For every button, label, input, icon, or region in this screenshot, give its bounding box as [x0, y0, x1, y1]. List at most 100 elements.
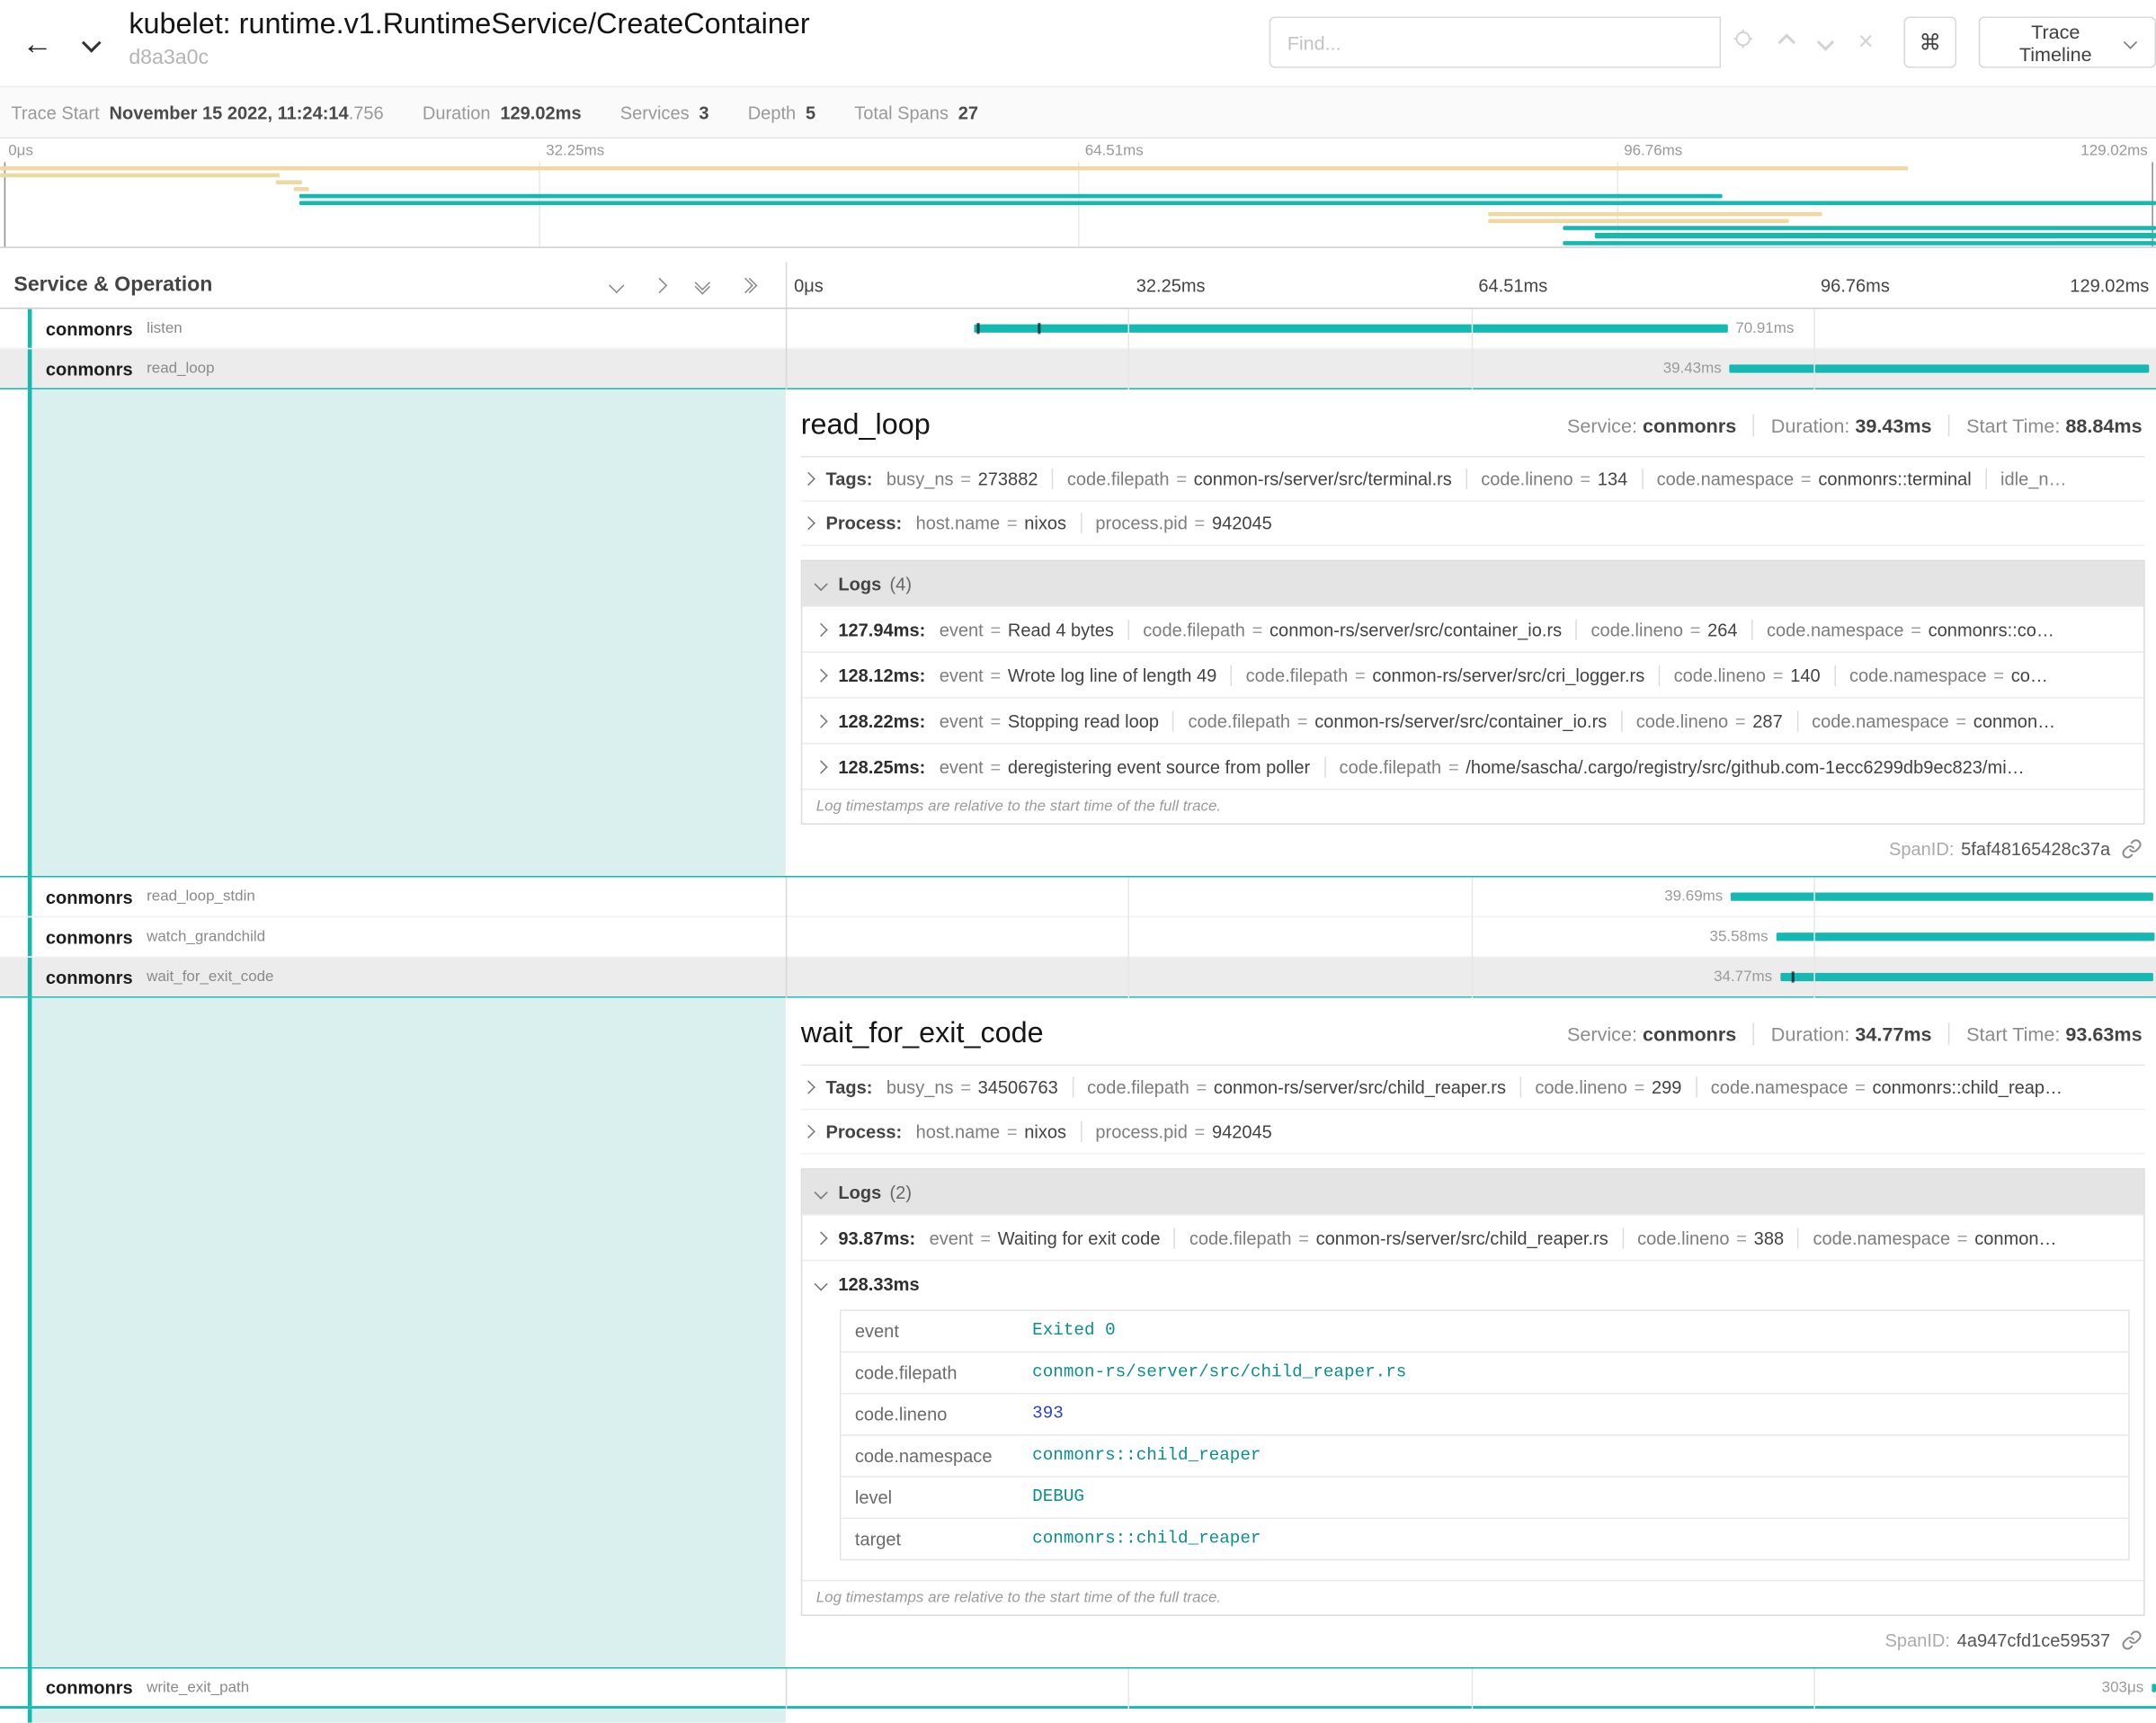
find-input[interactable] [1270, 16, 1721, 67]
collapse-trace-button[interactable] [85, 31, 98, 57]
logs-section: Logs (4) 127.94ms:event=Read 4 bytescode.f… [801, 560, 2145, 825]
key-value-pair: process.pid=942045 [1080, 1121, 1271, 1142]
logs-label: Logs [838, 573, 881, 594]
kv-value: co… [2011, 665, 2048, 685]
span-row-write_exit_path[interactable]: conmonrswrite_exit_path303μs [0, 1669, 2156, 1710]
log-entry-expanded: 128.33mseventExited 0code.filepathconmon… [802, 1260, 2143, 1560]
back-button[interactable]: ← [13, 21, 60, 67]
logs-header[interactable]: Logs(2) [802, 1170, 2143, 1214]
log-entry[interactable]: 128.12ms:event=Wrote log line of length … [802, 651, 2143, 697]
span-detail-wait_for_exit_code: wait_for_exit_codeService: conmonrsDurat… [0, 998, 2156, 1669]
span-bar-cell[interactable]: 70.91ms [786, 309, 2156, 348]
detail-start-time: Start Time: 88.84ms [1948, 415, 2143, 437]
tags-label: Tags: [826, 469, 873, 489]
span-name-cell[interactable]: conmonrswrite_exit_path [0, 1669, 786, 1707]
span-detail-left-column [28, 998, 786, 1667]
kv-key: busy_ns [886, 1076, 954, 1097]
span-row-wait_for_exit_code[interactable]: conmonrswait_for_exit_code34.77ms [0, 958, 2156, 998]
span-duration-bar[interactable] [1777, 933, 2155, 941]
span-duration-bar[interactable] [1780, 973, 2153, 981]
log-entry[interactable]: 128.25ms:event=deregistering event sourc… [802, 743, 2143, 789]
spanid-label: SpanID: [1889, 838, 1954, 859]
span-bar-cell[interactable]: 35.58ms [786, 917, 2156, 956]
log-entry-header[interactable]: 128.33ms [802, 1261, 2143, 1307]
kv-value: Waiting for exit code [998, 1228, 1161, 1248]
span-duration-label: 39.43ms [1663, 361, 1722, 377]
page-title: kubelet: runtime.v1.RuntimeService/Creat… [129, 7, 809, 43]
kv-key: event [940, 665, 984, 685]
timeline-ticks: 0μs 32.25ms 64.51ms 96.76ms 129.02ms [786, 262, 2156, 308]
process-row[interactable]: Process:host.name=nixosprocess.pid=94204… [801, 502, 2145, 546]
log-field-value: conmonrs::child_reaper [1019, 1436, 1275, 1477]
span-name-cell[interactable]: conmonrswatch_grandchild [0, 917, 786, 956]
span-bar-cell[interactable]: 39.69ms [786, 878, 2156, 916]
prev-result-icon[interactable] [1780, 30, 1793, 55]
process-row[interactable]: Process:host.name=nixosprocess.pid=94204… [801, 1110, 2145, 1154]
kv-value: 287 [1752, 710, 1782, 731]
span-duration-bar[interactable] [2152, 1683, 2156, 1692]
kv-key: code.lineno [1535, 1076, 1626, 1097]
log-field-row: code.filepathconmon-rs/server/src/child_… [841, 1352, 2128, 1393]
chevron-down-icon [82, 33, 102, 53]
next-result-icon[interactable] [1820, 30, 1832, 55]
span-duration-bar[interactable] [974, 325, 1727, 333]
minimap-canvas[interactable] [0, 162, 2156, 248]
kv-equals: = [960, 1076, 971, 1097]
link-icon[interactable] [2121, 838, 2142, 859]
kv-value: Stopping read loop [1008, 710, 1159, 731]
focus-span-icon[interactable] [1732, 28, 1754, 57]
span-bar-cell[interactable]: 39.43ms [786, 349, 2156, 388]
span-id-value: 4a947cfd1ce59537 [1957, 1629, 2110, 1650]
collapse-all-icon[interactable] [740, 280, 755, 290]
span-row-watch_grandchild[interactable]: conmonrswatch_grandchild35.58ms [0, 917, 2156, 958]
timeline-tick-label: 96.76ms [1821, 274, 1890, 295]
span-name-cell[interactable]: conmonrswait_for_exit_code [0, 958, 786, 996]
kv-key: code.lineno [1636, 710, 1728, 731]
trace-page: ← kubelet: runtime.v1.RuntimeService/Cre… [0, 0, 2156, 1665]
span-bar-cell[interactable]: 34.77ms [786, 958, 2156, 996]
span-name-cell[interactable]: conmonrsread_loop_stdin [0, 878, 786, 916]
span-row-read_loop[interactable]: conmonrsread_loop 39.43ms [0, 349, 2156, 389]
span-name-cell[interactable]: conmonrsread_loop [0, 349, 786, 388]
log-field-key: code.lineno [841, 1394, 1018, 1434]
trace-depth: Depth5 [748, 102, 815, 122]
minimap-span [299, 201, 2156, 205]
span-detail-content: wait_for_exit_codeService: conmonrsDurat… [801, 998, 2145, 1667]
span-operation-name: listen [147, 320, 183, 336]
tags-row[interactable]: Tags:busy_ns=273882code.filepath=conmon-… [801, 458, 2145, 502]
span-duration-bar[interactable] [1730, 364, 2149, 372]
kv-equals: = [990, 756, 1001, 777]
expand-all-icon[interactable] [697, 277, 708, 292]
kv-equals: = [1690, 619, 1701, 639]
logs-header[interactable]: Logs (4) [802, 561, 2143, 605]
kv-value: /home/sascha/.cargo/registry/src/github.… [1466, 756, 2024, 777]
log-entry[interactable]: 127.94ms:event=Read 4 bytescode.filepath… [802, 605, 2143, 651]
span-bar-cell[interactable]: 303μs [786, 1669, 2156, 1707]
span-row-read_loop_stdin[interactable]: conmonrsread_loop_stdin39.69ms [0, 878, 2156, 918]
spanid-row: SpanID:4a947cfd1ce59537 [801, 1616, 2145, 1656]
tags-row[interactable]: Tags:busy_ns=34506763code.filepath=conmo… [801, 1066, 2145, 1110]
clear-search-icon[interactable]: × [1858, 29, 1874, 55]
kv-key: event [930, 1228, 974, 1248]
span-duration-bar[interactable] [1731, 892, 2152, 900]
logs-count: (4) [890, 573, 912, 594]
span-log-marker [1038, 323, 1040, 334]
collapse-one-level-icon[interactable] [654, 273, 664, 297]
kv-equals: = [1855, 1076, 1866, 1097]
log-timestamp: 93.87ms: [838, 1228, 915, 1248]
log-entry[interactable]: 128.22ms:event=Stopping read loopcode.fi… [802, 697, 2143, 743]
trace-timeline-dropdown[interactable]: Trace Timeline [1979, 16, 2156, 67]
keyboard-shortcuts-button[interactable]: ⌘ [1904, 16, 1957, 67]
span-row-listen[interactable]: conmonrslisten70.91ms [0, 309, 2156, 350]
kv-value: conmon-rs/server/src/container_io.rs [1314, 710, 1607, 731]
partial-detail-panel [0, 1709, 2156, 1722]
kv-key: idle_n… [2000, 469, 2067, 489]
link-icon[interactable] [2121, 1629, 2142, 1650]
log-field-key: level [841, 1477, 1018, 1518]
log-entry[interactable]: 93.87ms:event=Waiting for exit codecode.… [802, 1214, 2143, 1260]
span-name-cell[interactable]: conmonrslisten [0, 309, 786, 348]
kv-key: code.filepath [1189, 1228, 1292, 1248]
kv-value: deregistering event source from poller [1008, 756, 1310, 777]
minimap-tick-label: 64.51ms [1085, 143, 1144, 159]
expand-one-level-icon[interactable] [611, 273, 622, 297]
